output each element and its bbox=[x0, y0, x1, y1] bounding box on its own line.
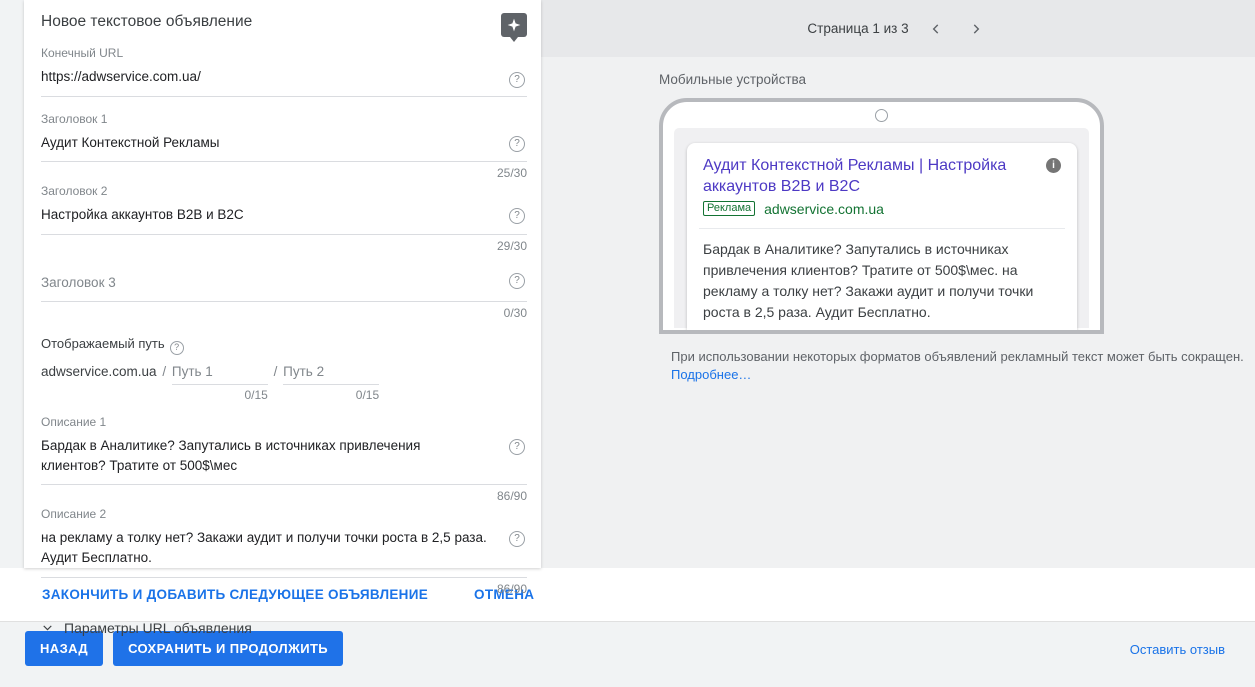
description1-counter: 86/90 bbox=[496, 489, 527, 504]
path2-placeholder: Путь 2 bbox=[283, 364, 325, 380]
tooltip-notch bbox=[510, 37, 518, 42]
description2-counter: 86/90 bbox=[496, 581, 527, 596]
phone-camera-icon bbox=[875, 109, 888, 122]
help-icon[interactable]: ? bbox=[169, 341, 184, 356]
headline3-field: Заголовок 3 ? 0/30 bbox=[41, 272, 527, 321]
chevron-left-icon bbox=[932, 23, 938, 34]
path2-counter: 0/15 bbox=[355, 388, 380, 403]
info-icon: i bbox=[1046, 158, 1061, 173]
phone-screen: Аудит Контекстной Рекламы | Настройка ак… bbox=[674, 128, 1089, 330]
ad-preview-card: Аудит Контекстной Рекламы | Настройка ак… bbox=[687, 143, 1077, 330]
description1-input[interactable]: Бардак в Аналитике? Запутались в источни… bbox=[41, 436, 527, 486]
description1-label: Описание 1 bbox=[41, 415, 107, 430]
previous-page-button[interactable] bbox=[923, 20, 949, 38]
ad-preview-panel: Страница 1 из 3 Мобильные устройства Ауд… bbox=[541, 0, 1255, 568]
sparkle-icon bbox=[507, 18, 521, 32]
headline3-counter: 0/30 bbox=[503, 306, 527, 321]
headline2-input[interactable]: Настройка аккаунтов B2B и B2C bbox=[41, 205, 527, 235]
help-icon[interactable]: ? bbox=[509, 135, 525, 152]
help-icon[interactable]: ? bbox=[509, 72, 525, 88]
headline1-input[interactable]: Аудит Контекстной Рекламы bbox=[41, 133, 527, 163]
url-params-label: Параметры URL объявления bbox=[64, 619, 252, 636]
path1-counter: 0/15 bbox=[244, 388, 268, 403]
description2-field: Описание 2 на рекламу а толку нет? Закаж… bbox=[41, 507, 527, 596]
chevron-right-icon bbox=[973, 23, 979, 34]
path1-input[interactable]: Путь 1 0/15 bbox=[171, 364, 268, 402]
ad-description: Бардак в Аналитике? Запутались в источни… bbox=[703, 240, 1034, 320]
description2-input[interactable]: на рекламу а толку нет? Закажи аудит и п… bbox=[41, 528, 527, 578]
help-icon[interactable]: ? bbox=[509, 272, 525, 289]
path1-placeholder: Путь 1 bbox=[171, 364, 213, 380]
headline1-label: Заголовок 1 bbox=[41, 111, 108, 126]
help-icon[interactable]: ? bbox=[509, 208, 525, 225]
path2-input[interactable]: Путь 2 0/15 bbox=[283, 364, 380, 402]
path-separator: / bbox=[273, 364, 278, 380]
headline2-field: Заголовок 2 Настройка аккаунтов B2B и B2… bbox=[41, 184, 527, 253]
display-path-row: adwservice.com.ua / Путь 1 0/15 / Путь 2… bbox=[41, 364, 527, 402]
truncation-note: При использовании некоторых форматов объ… bbox=[671, 348, 1255, 383]
description1-field: Описание 1 Бардак в Аналитике? Запуталис… bbox=[41, 415, 527, 503]
ad-headline: Аудит Контекстной Рекламы | Настройка ак… bbox=[703, 157, 1007, 195]
ad-display-url: adwservice.com.ua bbox=[764, 200, 884, 217]
page-title: Новое текстовое объявление bbox=[41, 13, 253, 30]
url-params-expander[interactable]: Параметры URL объявления bbox=[41, 620, 527, 654]
ad-divider bbox=[699, 227, 1065, 229]
headline1-field: Заголовок 1 Аудит Контекстной Рекламы ? … bbox=[41, 111, 527, 181]
headline2-label: Заголовок 2 bbox=[41, 184, 108, 199]
note-text: При использовании некоторых форматов объ… bbox=[671, 349, 1244, 364]
chevron-down-icon bbox=[43, 625, 52, 631]
path-separator: / bbox=[162, 364, 167, 380]
display-path-field: Отображаемый путь? adwservice.com.ua / П… bbox=[41, 336, 527, 402]
headline3-input[interactable]: Заголовок 3 bbox=[41, 273, 527, 303]
ad-editor-card: Новое текстовое объявление Конечный URL … bbox=[24, 0, 541, 636]
display-path-base-url: adwservice.com.ua bbox=[41, 364, 157, 380]
preview-pagination: Страница 1 из 3 bbox=[541, 0, 1255, 57]
ad-url-row: Реклама adwservice.com.ua bbox=[703, 201, 1061, 217]
final-url-label: Конечный URL bbox=[41, 46, 124, 60]
leave-feedback-link[interactable]: Оставить отзыв bbox=[1130, 642, 1225, 657]
main-row: Новое текстовое объявление Конечный URL … bbox=[0, 0, 1255, 636]
learn-more-link[interactable]: Подробнее… bbox=[671, 367, 751, 382]
display-path-label: Отображаемый путь? bbox=[41, 336, 527, 356]
headline2-counter: 29/30 bbox=[496, 238, 527, 253]
final-url-field: Конечный URL https://adwservice.com.ua/ … bbox=[41, 46, 527, 97]
headline1-counter: 25/30 bbox=[496, 166, 527, 181]
ad-badge: Реклама bbox=[703, 201, 756, 217]
final-url-input[interactable]: https://adwservice.com.ua/ bbox=[41, 67, 527, 97]
preview-body: Мобильные устройства Аудит Контекстной Р… bbox=[541, 57, 1255, 383]
page-indicator: Страница 1 из 3 bbox=[807, 21, 909, 36]
description2-label: Описание 2 bbox=[41, 507, 107, 522]
next-page-button[interactable] bbox=[963, 20, 989, 38]
ad-headline-row: Аудит Контекстной Рекламы | Настройка ак… bbox=[703, 156, 1061, 198]
card-header: Новое текстовое объявление bbox=[41, 0, 527, 42]
device-type-label: Мобильные устройства bbox=[659, 72, 807, 87]
mobile-phone-mockup: Аудит Контекстной Рекламы | Настройка ак… bbox=[659, 98, 1104, 334]
ad-suggestions-icon[interactable] bbox=[501, 13, 527, 42]
